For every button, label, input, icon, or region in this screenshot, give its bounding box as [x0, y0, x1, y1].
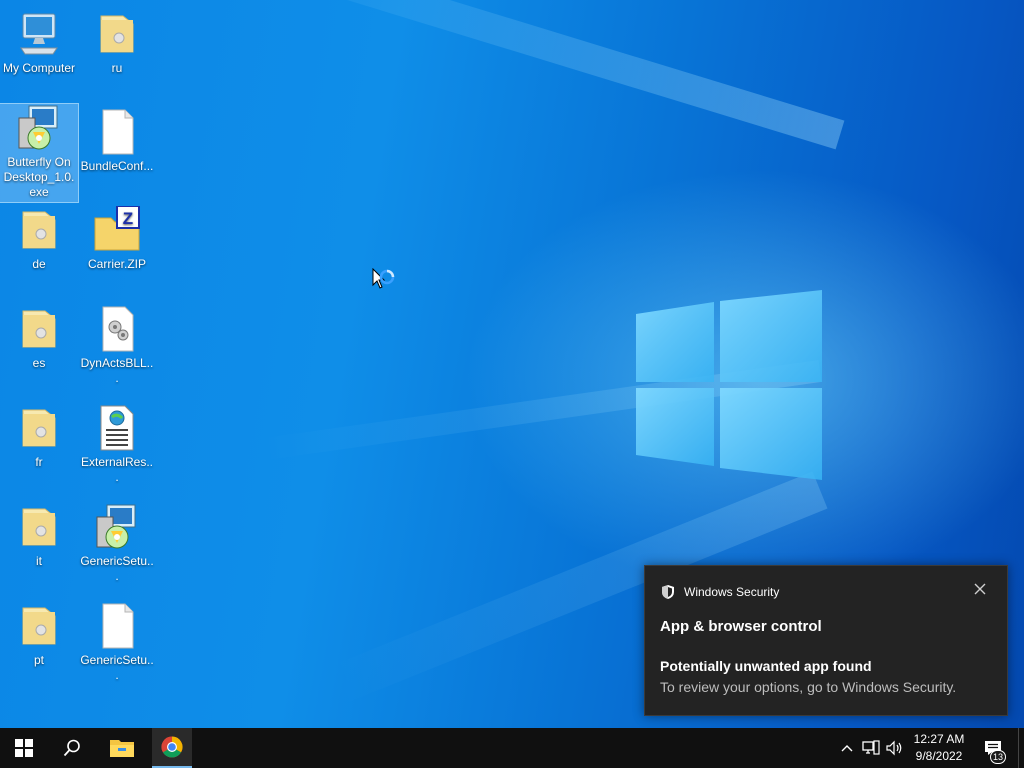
folder-icon — [22, 607, 56, 645]
wallpaper-beam — [223, 0, 845, 150]
busy-cursor-icon — [372, 268, 395, 289]
start-icon — [15, 739, 33, 757]
file-icon — [102, 603, 134, 649]
network-button[interactable] — [860, 728, 882, 768]
desktop-icon-label: DynActsBLL... — [80, 356, 154, 385]
desktop-icon-fr[interactable]: fr — [0, 404, 78, 470]
file-explorer-icon — [110, 740, 134, 757]
search-icon — [63, 739, 80, 757]
chrome-button[interactable] — [152, 728, 192, 768]
chevron-up-icon — [841, 745, 853, 752]
folder-icon — [22, 508, 56, 546]
web-document-icon — [100, 405, 134, 451]
notification-subtitle: Potentially unwanted app found — [660, 658, 872, 674]
chrome-icon — [161, 736, 183, 758]
search-button[interactable] — [48, 728, 96, 768]
desktop-icon-ru[interactable]: ru — [78, 10, 156, 76]
file-explorer-button[interactable] — [98, 728, 146, 768]
folder-icon — [100, 15, 134, 53]
desktop-icon-de[interactable]: de — [0, 206, 78, 272]
desktop-icon-label: GenericSetu... — [80, 554, 154, 583]
folder-icon — [22, 211, 56, 249]
desktop-icon-label: GenericSetu... — [80, 653, 154, 682]
show-hidden-icons-button[interactable] — [838, 728, 856, 768]
windows-logo-wallpaper — [636, 290, 822, 480]
notification-body: To review your options, go to Windows Se… — [660, 679, 957, 695]
volume-icon — [886, 740, 902, 756]
desktop-icon-carrier-zip[interactable]: Z Carrier.ZIP — [78, 206, 156, 272]
clock-date: 9/8/2022 — [915, 749, 963, 763]
desktop-icon-my-computer[interactable]: My Computer — [0, 10, 78, 76]
desktop-icon-label: ru — [111, 61, 123, 75]
windows-security-notification[interactable]: Windows Security App & browser control P… — [644, 565, 1008, 716]
desktop-icon-label: pt — [33, 653, 44, 667]
svg-text:Z: Z — [123, 209, 133, 228]
dll-file-icon — [102, 306, 134, 352]
desktop-icon-externalres[interactable]: ExternalRes... — [78, 404, 156, 485]
close-icon[interactable] — [973, 582, 987, 596]
desktop-icon-label: es — [32, 356, 46, 370]
zip-folder-icon: Z — [94, 206, 140, 251]
notification-count-badge: 13 — [990, 750, 1006, 764]
network-icon — [862, 740, 880, 755]
clock[interactable]: 12:27 AM 9/8/2022 — [904, 731, 974, 765]
show-desktop-button[interactable] — [1018, 728, 1024, 768]
desktop-icon-label: BundleConf... — [80, 159, 154, 173]
notification-app-name: Windows Security — [684, 585, 780, 599]
desktop-icon-genericsetup-exe[interactable]: GenericSetu... — [78, 503, 156, 584]
desktop-icon-es[interactable]: es — [0, 305, 78, 371]
desktop-icon-dynactsbll[interactable]: DynActsBLL... — [78, 305, 156, 386]
shield-icon — [662, 585, 674, 599]
installer-icon — [18, 105, 58, 150]
installer-icon — [96, 504, 136, 549]
volume-button[interactable] — [884, 728, 906, 768]
desktop-icon-label: it — [36, 554, 42, 568]
desktop-icon-bundleconf[interactable]: BundleConf... — [78, 108, 156, 174]
notification-title: App & browser control — [660, 618, 822, 635]
notification-header: Windows Security — [660, 584, 779, 600]
clock-time: 12:27 AM — [913, 732, 965, 746]
desktop[interactable]: My Computer ru Butterfly On Desktop_1.0.… — [0, 0, 1024, 728]
computer-icon — [20, 13, 58, 55]
desktop-icon-it[interactable]: it — [0, 503, 78, 569]
desktop-icon-label: Butterfly On Desktop_1.0.exe — [3, 155, 75, 199]
taskbar: 12:27 AM 9/8/2022 13 — [0, 728, 1024, 768]
desktop-icon-label: My Computer — [2, 61, 76, 75]
file-icon — [102, 109, 134, 155]
desktop-icon-label: Carrier.ZIP — [87, 257, 146, 271]
desktop-icon-label: de — [32, 257, 46, 271]
desktop-icon-pt[interactable]: pt — [0, 602, 78, 668]
desktop-icon-label: fr — [35, 455, 43, 469]
folder-icon — [22, 409, 56, 447]
start-button[interactable] — [0, 728, 48, 768]
desktop-icon-genericsetup-file[interactable]: GenericSetu... — [78, 602, 156, 683]
desktop-icon-label: ExternalRes... — [80, 455, 154, 484]
desktop-icon-butterfly-installer[interactable]: Butterfly On Desktop_1.0.exe — [0, 103, 79, 203]
folder-icon — [22, 310, 56, 348]
